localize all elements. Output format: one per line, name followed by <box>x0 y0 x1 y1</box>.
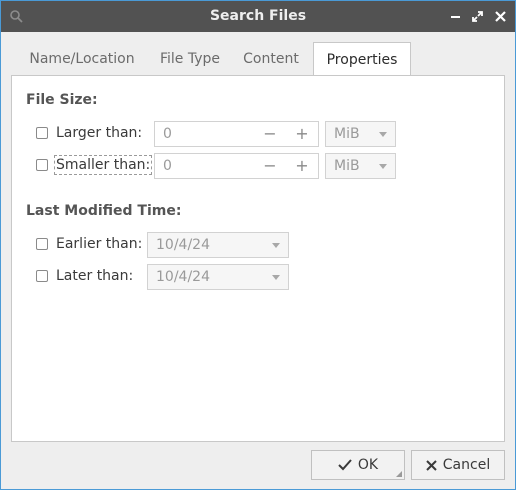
larger-than-unit-select[interactable]: MiB <box>325 121 396 147</box>
larger-than-value: 0 <box>163 126 172 142</box>
earlier-than-date-picker[interactable]: 10/4/24 <box>147 232 289 258</box>
smaller-than-row: Smaller than: 0 − + MiB <box>36 153 406 179</box>
title-bar[interactable]: Search Files <box>1 1 515 32</box>
file-size-heading: File Size: <box>26 92 98 108</box>
properties-panel: File Size: Larger than: 0 − + MiB Smalle… <box>11 75 505 442</box>
tab-content[interactable]: Content <box>233 43 309 75</box>
minimize-icon[interactable] <box>448 9 463 24</box>
smaller-than-unit-select[interactable]: MiB <box>325 153 396 179</box>
maximize-icon[interactable] <box>470 9 485 24</box>
last-modified-heading: Last Modified Time: <box>26 203 182 219</box>
ok-button[interactable]: OK <box>311 450 405 480</box>
later-than-row: Later than: 10/4/24 <box>36 264 306 290</box>
larger-than-label[interactable]: Larger than: <box>56 125 142 141</box>
larger-than-spinbox[interactable]: 0 − + <box>154 121 319 147</box>
chevron-down-icon <box>272 275 280 280</box>
plus-icon[interactable]: + <box>287 154 317 178</box>
later-than-date-picker[interactable]: 10/4/24 <box>147 264 289 290</box>
earlier-than-checkbox[interactable] <box>36 238 48 250</box>
tab-bar: Name/Location File Type Content Properti… <box>11 42 507 76</box>
earlier-than-row: Earlier than: 10/4/24 <box>36 232 306 258</box>
close-icon <box>426 459 437 471</box>
minus-icon[interactable]: − <box>255 122 285 146</box>
smaller-than-spinbox[interactable]: 0 − + <box>154 153 319 179</box>
tab-name-location[interactable]: Name/Location <box>17 43 147 75</box>
later-than-label[interactable]: Later than: <box>56 268 133 284</box>
later-than-date: 10/4/24 <box>156 269 210 285</box>
ok-label: OK <box>357 457 379 473</box>
smaller-than-label[interactable]: Smaller than: <box>53 155 153 175</box>
chevron-down-icon <box>272 243 280 248</box>
resize-grip-icon <box>396 471 402 477</box>
checkmark-icon <box>338 459 352 471</box>
cancel-button[interactable]: Cancel <box>411 450 505 480</box>
larger-than-checkbox[interactable] <box>36 127 48 139</box>
smaller-than-checkbox[interactable] <box>36 159 48 171</box>
plus-icon[interactable]: + <box>287 122 317 146</box>
later-than-checkbox[interactable] <box>36 270 48 282</box>
minus-icon[interactable]: − <box>255 154 285 178</box>
close-icon[interactable] <box>493 9 508 24</box>
earlier-than-date: 10/4/24 <box>156 237 210 253</box>
cancel-label: Cancel <box>442 457 491 473</box>
smaller-than-value: 0 <box>163 158 172 174</box>
earlier-than-label[interactable]: Earlier than: <box>56 236 142 252</box>
chevron-down-icon <box>379 164 387 169</box>
search-files-dialog: Search Files Name/Location File Type Con… <box>0 0 516 490</box>
chevron-down-icon <box>379 132 387 137</box>
larger-than-unit: MiB <box>334 126 360 142</box>
tab-file-type[interactable]: File Type <box>149 43 231 75</box>
window-title: Search Files <box>209 8 307 24</box>
smaller-than-unit: MiB <box>334 158 360 174</box>
tab-properties[interactable]: Properties <box>313 42 411 76</box>
larger-than-row: Larger than: 0 − + MiB <box>36 121 406 147</box>
